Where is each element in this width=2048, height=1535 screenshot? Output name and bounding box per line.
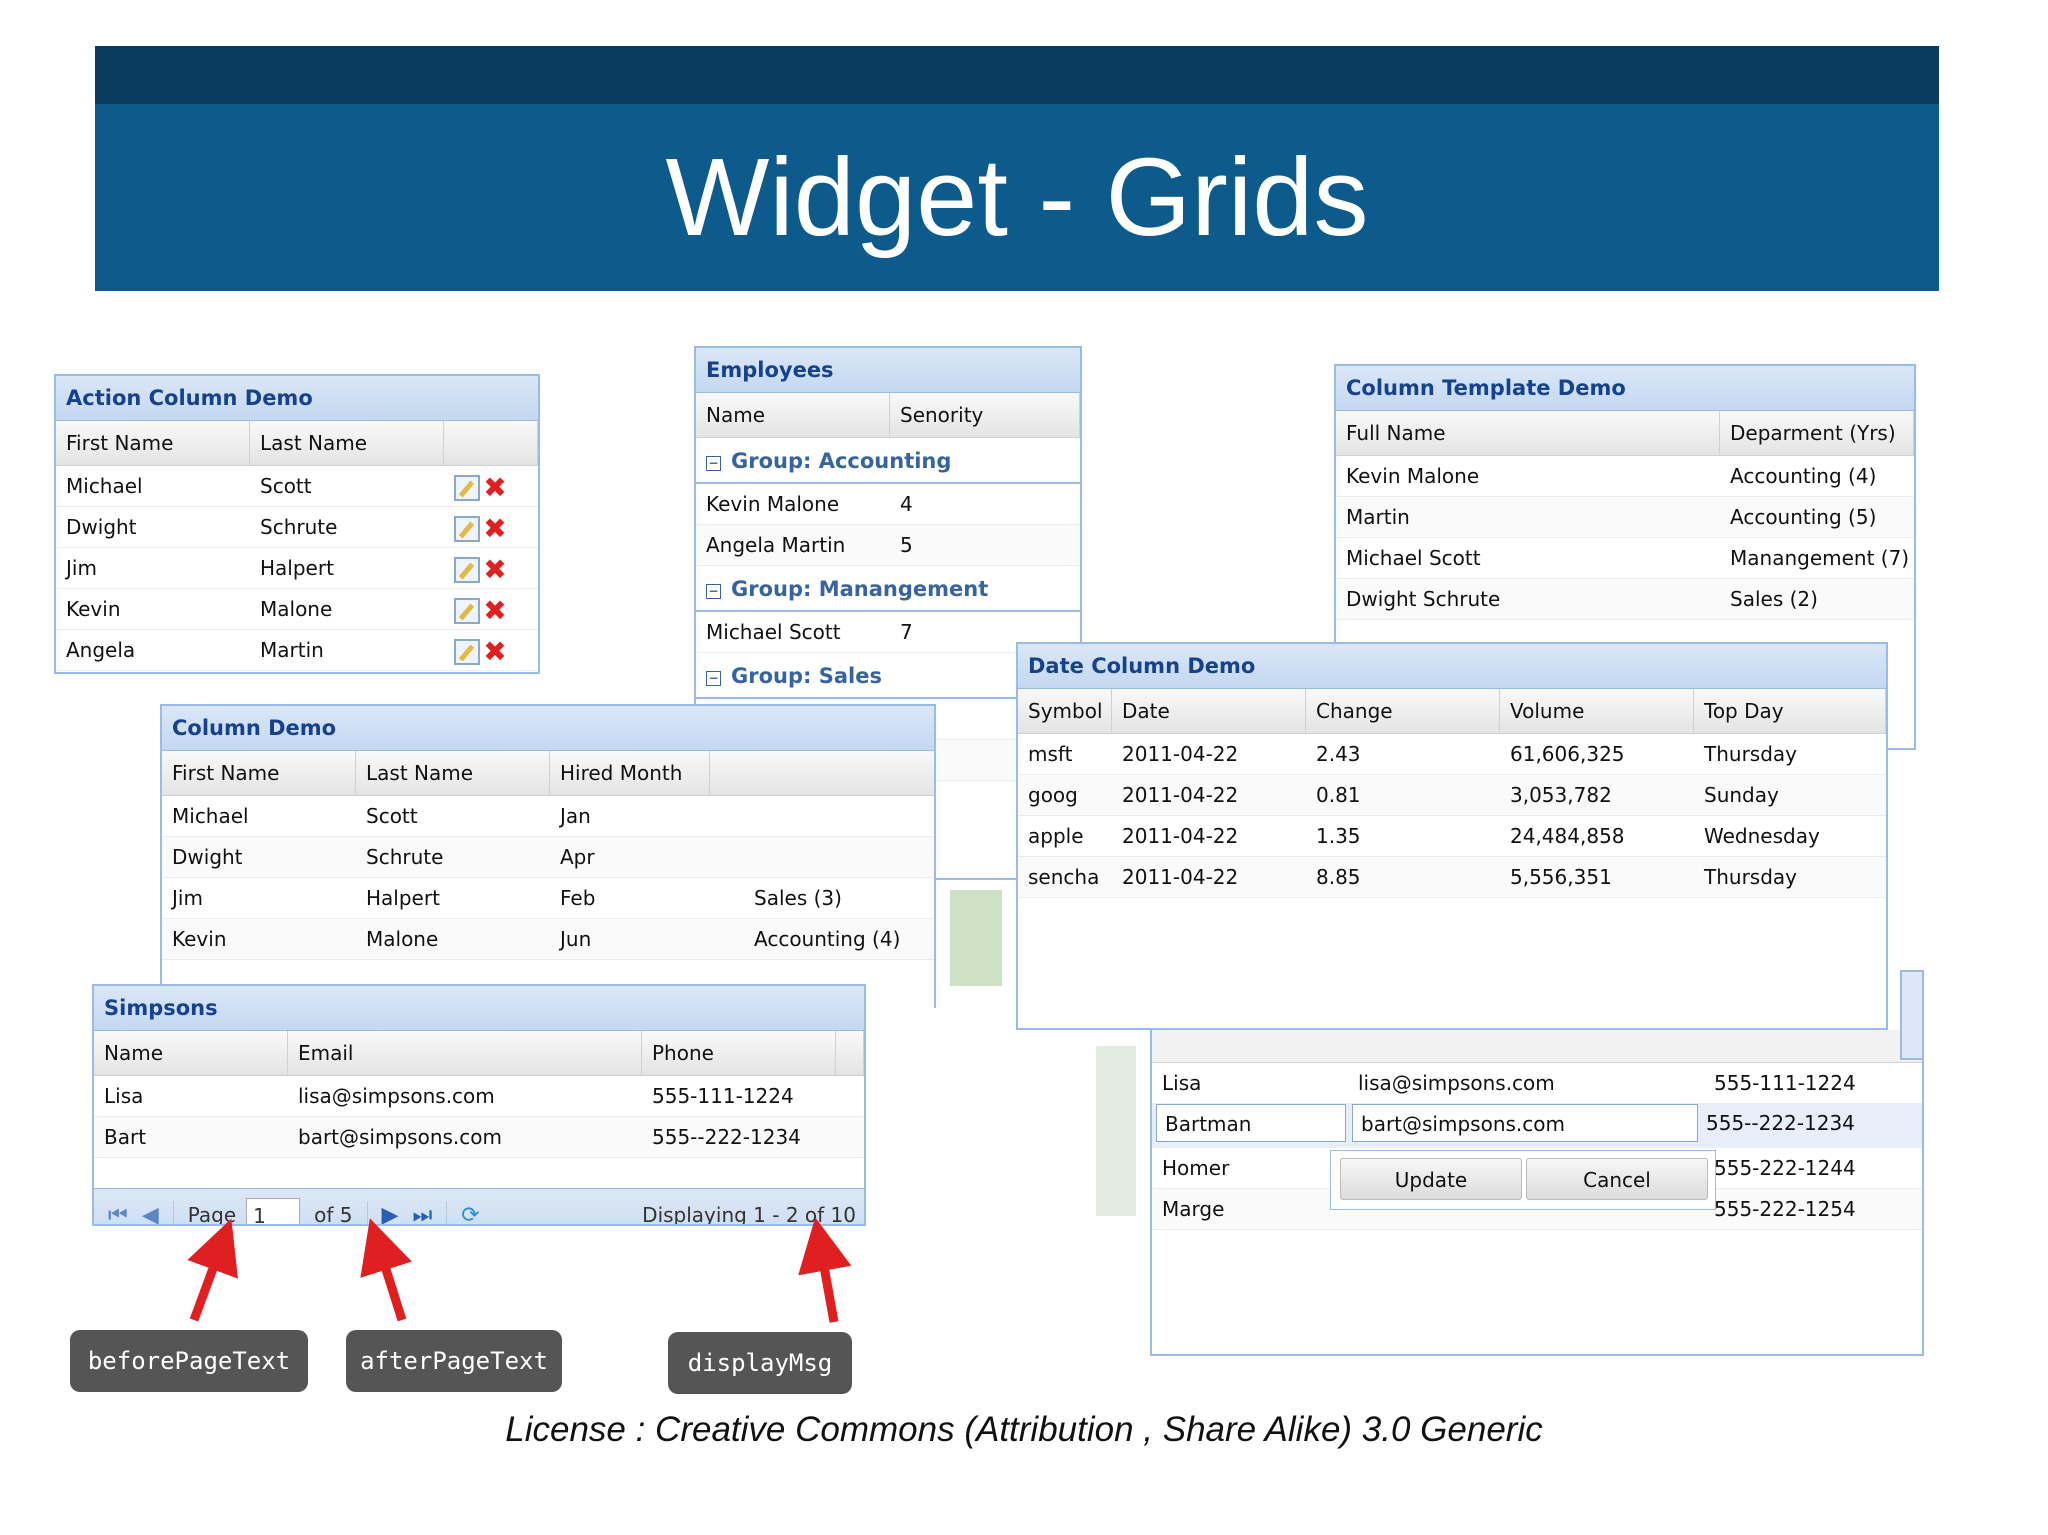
callout-display-msg: displayMsg (668, 1332, 852, 1394)
arrow-before-page-text (187, 1218, 239, 1322)
callout-after-page-text: afterPageText (346, 1330, 562, 1392)
license-text: License : Creative Commons (Attribution … (505, 1410, 1543, 1449)
arrow-after-page-text (360, 1218, 412, 1322)
arrows-overlay (187, 1217, 852, 1323)
arrow-display-msg (798, 1217, 852, 1323)
callout-before-page-text: beforePageText (70, 1330, 308, 1392)
